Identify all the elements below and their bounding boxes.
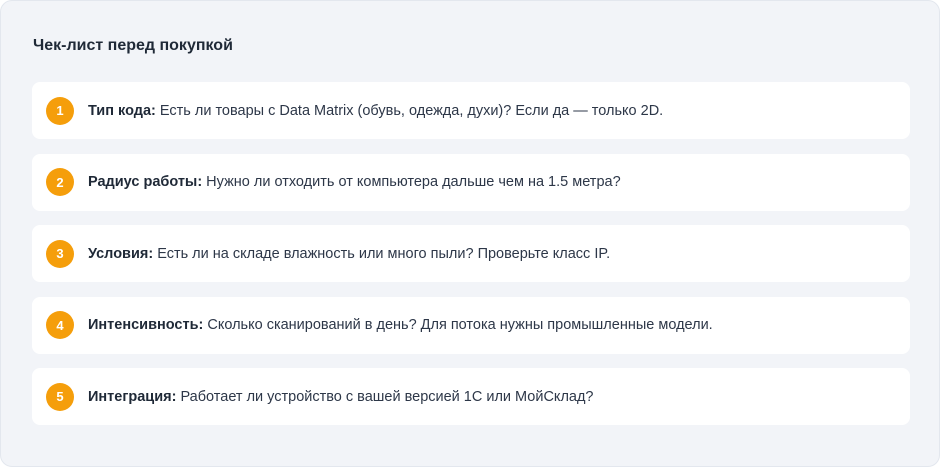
checklist-item-description: Есть ли на складе влажность или много пы…: [153, 245, 611, 262]
checklist-title: Чек-лист перед покупкой: [33, 37, 233, 54]
checklist-item-1: 1 Тип кода: Есть ли товары с Data Matrix…: [32, 82, 910, 139]
number-badge: 4: [46, 311, 74, 339]
checklist-item-text: Интенсивность: Сколько сканирований в де…: [88, 315, 713, 335]
checklist-item-text: Радиус работы: Нужно ли отходить от комп…: [88, 172, 621, 192]
checklist-item-label: Интеграция:: [88, 388, 177, 405]
checklist-item-text: Тип кода: Есть ли товары с Data Matrix (…: [88, 101, 663, 121]
checklist-item-description: Сколько сканирований в день? Для потока …: [203, 317, 713, 333]
number-badge: 1: [46, 96, 74, 125]
checklist-item-label: Радиус работы:: [88, 174, 203, 190]
checklist-item-description: Нужно ли отходить от компьютера дальше ч…: [202, 174, 621, 190]
checklist-panel: Чек-лист перед покупкой 1 Тип кода: Есть…: [0, 0, 940, 467]
checklist-item-description: Есть ли товары с Data Matrix (обувь, оде…: [155, 102, 664, 119]
number-badge: 5: [46, 382, 74, 411]
checklist-list: 1 Тип кода: Есть ли товары с Data Matrix…: [32, 82, 910, 440]
checklist-item-description: Работает ли устройство с вашей версией 1…: [176, 388, 594, 405]
number-badge: 3: [46, 239, 74, 268]
checklist-item-5: 5 Интеграция: Работает ли устройство с в…: [32, 368, 910, 425]
checklist-item-label: Интенсивность:: [88, 317, 204, 333]
checklist-item-text: Интеграция: Работает ли устройство с ваш…: [88, 387, 594, 407]
checklist-item-text: Условия: Есть ли на складе влажность или…: [88, 244, 610, 264]
checklist-item-label: Тип кода:: [88, 102, 156, 119]
checklist-item-3: 3 Условия: Есть ли на складе влажность и…: [32, 225, 910, 282]
checklist-item-2: 2 Радиус работы: Нужно ли отходить от ко…: [32, 153, 910, 211]
checklist-item-4: 4 Интенсивность: Сколько сканирований в …: [32, 296, 910, 354]
checklist-item-label: Условия:: [88, 245, 154, 262]
number-badge: 2: [46, 168, 74, 196]
